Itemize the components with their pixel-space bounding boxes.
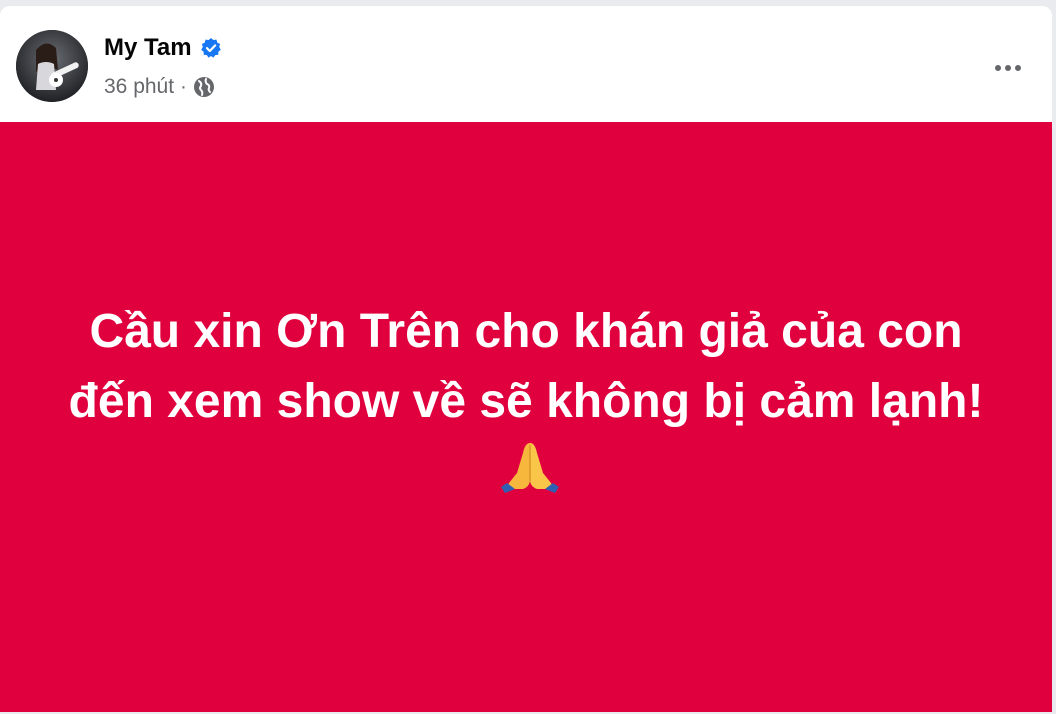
more-dot (995, 65, 1001, 71)
meta-separator: · (180, 76, 187, 98)
more-dot (1015, 65, 1021, 71)
post-time[interactable]: 36 phút (104, 74, 174, 100)
author-avatar[interactable] (16, 30, 88, 102)
facebook-post: My Tam 36 phút · Cầu xin Ơn Trên cho khá… (0, 6, 1052, 712)
post-meta: 36 phút · (104, 74, 215, 100)
banner-text: Cầu xin Ơn Trên cho khán giả của con đến… (68, 305, 984, 428)
more-options-icon[interactable] (986, 50, 1030, 86)
verified-badge-icon (200, 37, 222, 59)
screenshot-frame: My Tam 36 phút · Cầu xin Ơn Trên cho khá… (0, 0, 1056, 714)
folded-hands-emoji-icon (501, 439, 559, 493)
banner-text-block: Cầu xin Ơn Trên cho khán giả của con đến… (46, 297, 1006, 507)
post-header: My Tam 36 phút · (0, 6, 1052, 122)
post-banner[interactable]: Cầu xin Ơn Trên cho khán giả của con đến… (0, 122, 1052, 712)
author-name[interactable]: My Tam (104, 34, 192, 62)
avatar-photo-icon (16, 30, 88, 102)
more-dot (1005, 65, 1011, 71)
author-row: My Tam (104, 34, 222, 62)
globe-icon[interactable] (193, 76, 215, 98)
